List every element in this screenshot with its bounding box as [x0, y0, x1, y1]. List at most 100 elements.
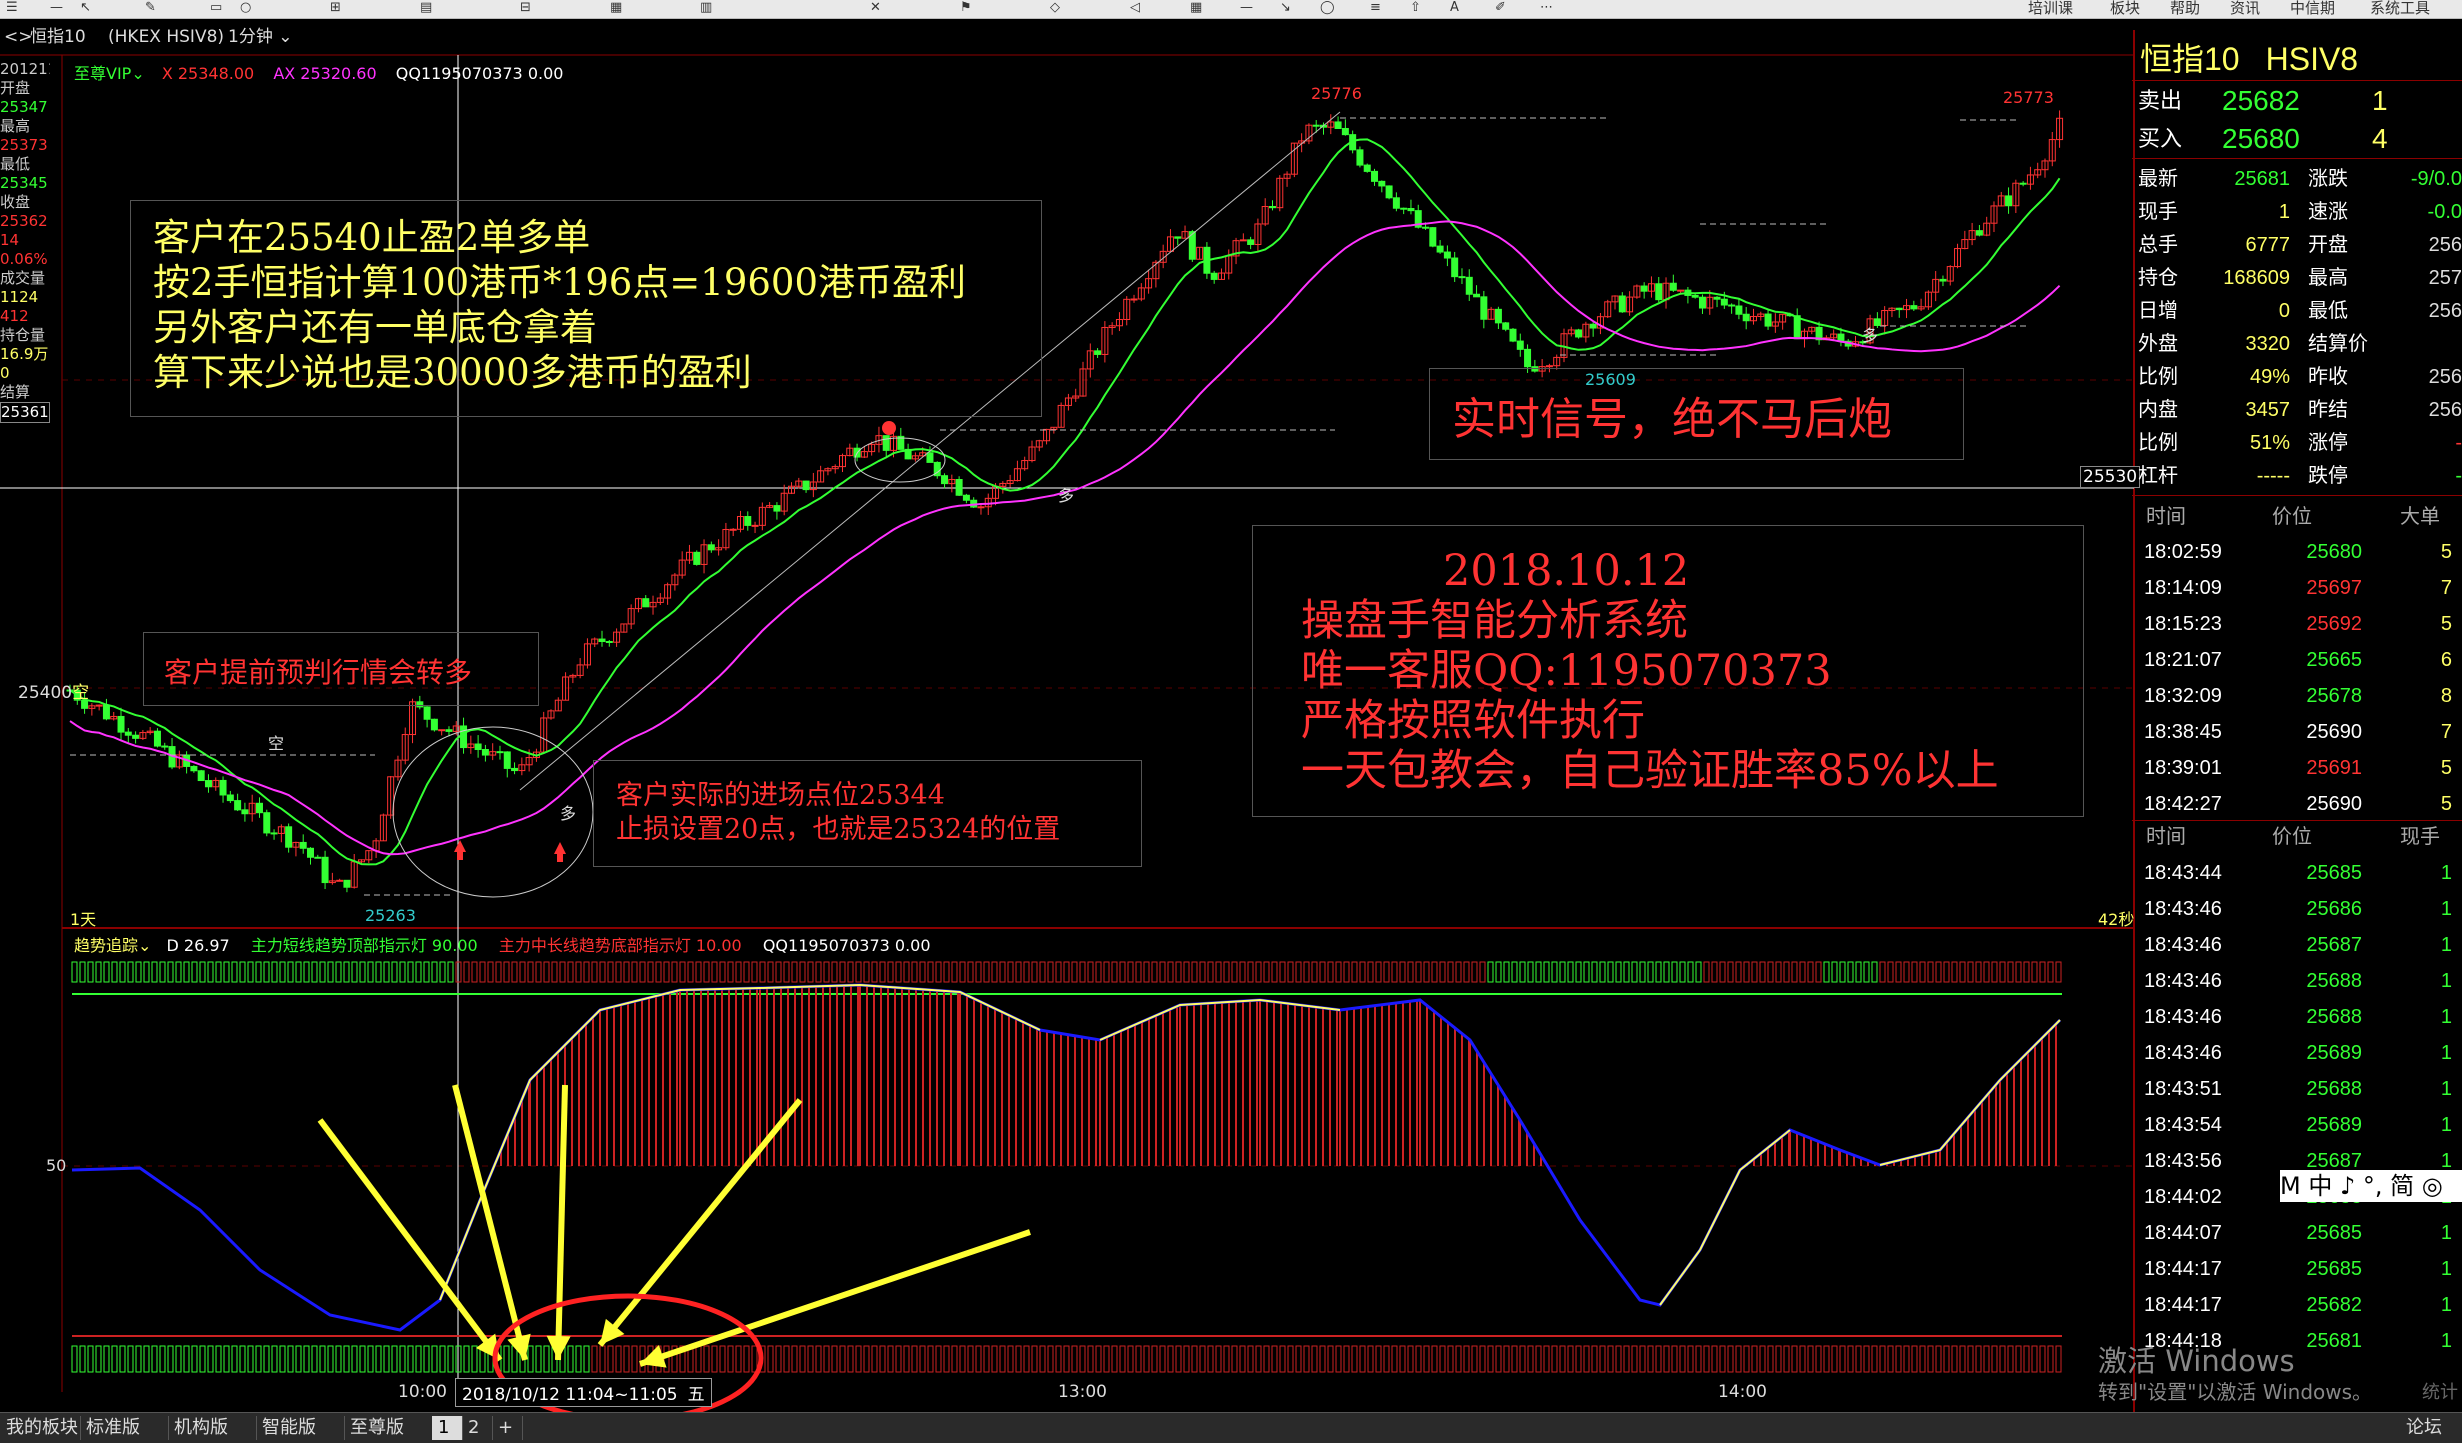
signal-light-top	[583, 961, 590, 983]
signal-light-bottom	[2007, 1345, 2014, 1373]
signal-light-bottom	[1719, 1345, 1726, 1373]
candle-body	[1618, 295, 1626, 313]
signal-light-bottom	[175, 1345, 182, 1373]
signal-light-bottom	[335, 1345, 342, 1373]
stat-label-2: 最低	[2308, 300, 2348, 322]
signal-light-top	[1551, 961, 1558, 983]
signal-light-top	[207, 961, 214, 983]
signal-light-bottom	[943, 1345, 950, 1373]
tick-time: 18:44:17	[2144, 1294, 2222, 1316]
signal-light-bottom	[143, 1345, 150, 1373]
signal-light-bottom	[1463, 1345, 1470, 1373]
signal-light-top	[639, 961, 646, 983]
signal-light-bottom	[255, 1345, 262, 1373]
signal-light-bottom	[1423, 1345, 1430, 1373]
status-tab[interactable]: 2	[462, 1416, 493, 1440]
signal-light-top	[335, 961, 342, 983]
signal-light-bottom	[1151, 1345, 1158, 1373]
signal-light-bottom	[879, 1345, 886, 1373]
signal-light-top	[1415, 961, 1422, 983]
stat-label: 现手	[2138, 201, 2178, 223]
signal-light-top	[159, 961, 166, 983]
signal-light-top	[1279, 961, 1286, 983]
candle-body	[197, 770, 205, 782]
trade-time: 18:15:23	[2144, 613, 2222, 635]
signal-light-top	[1607, 961, 1614, 983]
duo-label-1: 多	[560, 804, 577, 823]
signal-light-bottom	[1495, 1345, 1502, 1373]
stat-row: 持仓 168609 最高 257	[2132, 262, 2462, 295]
toolbar-item-tools[interactable]: 系统工具	[2370, 0, 2430, 16]
stat-row: 日增 0 最低 256	[2132, 295, 2462, 328]
profit-line-2: 按2手恒指计算100港币*196点=19600港币盈利	[153, 261, 966, 304]
signal-light-bottom	[927, 1345, 934, 1373]
status-tab[interactable]: 至尊版	[344, 1416, 433, 1440]
signal-light-bottom	[1751, 1345, 1758, 1373]
candle-body	[598, 638, 606, 643]
status-tab[interactable]: 1	[432, 1416, 463, 1440]
signal-light-top	[1151, 961, 1158, 983]
toolbar-item-news[interactable]: 资讯	[2230, 0, 2260, 16]
signal-light-top	[119, 961, 126, 983]
signal-light-bottom	[503, 1345, 510, 1373]
signal-light-bottom	[735, 1345, 742, 1373]
trades-col-time: 时间	[2146, 506, 2186, 528]
signal-light-bottom	[567, 1345, 574, 1373]
signal-light-bottom	[1287, 1345, 1294, 1373]
signal-light-top	[895, 961, 902, 983]
candle-body	[1451, 257, 1459, 278]
toolbar-item-citic[interactable]: 中信期	[2290, 0, 2335, 16]
signal-light-top	[1007, 961, 1014, 983]
signal-light-bottom	[1311, 1345, 1318, 1373]
kong-label: 空	[268, 734, 285, 753]
signal-light-bottom	[1831, 1345, 1838, 1373]
signal-light-top	[1311, 961, 1318, 983]
signal-light-top	[1215, 961, 1222, 983]
candle-body	[1356, 149, 1364, 166]
signal-light-bottom	[1263, 1345, 1270, 1373]
stat-label[interactable]: 统计	[2422, 1378, 2458, 1404]
signal-light-bottom	[1615, 1345, 1622, 1373]
signal-light-bottom	[1055, 1345, 1062, 1373]
signal-light-top	[1919, 961, 1926, 983]
status-tab[interactable]: +	[492, 1416, 523, 1440]
candle-body	[2005, 195, 2013, 207]
signal-light-bottom	[1391, 1345, 1398, 1373]
candle-body	[285, 826, 293, 848]
candle-body	[962, 494, 970, 501]
signal-light-top	[1871, 961, 1878, 983]
status-tab[interactable]: 标准版	[80, 1416, 169, 1440]
ime-toolbar[interactable]: M 中 ♪ °, 简 ◎	[2280, 1170, 2462, 1202]
forum-link[interactable]: 论坛	[2400, 1416, 2448, 1440]
stat-label-2: 结算价	[2308, 333, 2368, 355]
candle-body	[124, 731, 132, 736]
tick-price: 25688	[2306, 970, 2362, 992]
tick-time: 18:43:54	[2144, 1114, 2222, 1136]
signal-light-top	[983, 961, 990, 983]
tick-volume: 1	[2440, 1294, 2452, 1316]
status-tab[interactable]: 我的板块	[0, 1416, 81, 1440]
period-label: 1天	[70, 910, 97, 929]
tick-row: 18:43:46 25688 1	[2132, 963, 2462, 999]
signal-light-top	[1303, 961, 1310, 983]
realtime-text: 实时信号，绝不马后炮	[1452, 394, 1892, 445]
signal-light-top	[1791, 961, 1798, 983]
stat-label-2: 速涨	[2308, 201, 2348, 223]
status-tab[interactable]: 智能版	[256, 1416, 345, 1440]
signal-light-bottom	[1839, 1345, 1846, 1373]
signal-light-top	[415, 961, 422, 983]
trade-price: 25697	[2306, 577, 2362, 599]
candle-body	[1575, 329, 1583, 338]
signal-light-bottom	[711, 1345, 718, 1373]
time-axis-label-3: 14:00	[1718, 1382, 1767, 1402]
signal-light-bottom	[2015, 1345, 2022, 1373]
signal-light-bottom	[527, 1345, 534, 1373]
indicator-dropdown[interactable]: 趋势追踪⌄	[74, 936, 151, 955]
signal-light-top	[1359, 961, 1366, 983]
status-tab[interactable]: 机构版	[168, 1416, 257, 1440]
duo-label-3: 多	[1862, 326, 1879, 345]
signal-light-bottom	[1127, 1345, 1134, 1373]
candle-body	[1516, 340, 1524, 350]
stat-label: 杠杆	[2138, 465, 2178, 487]
toolbar-item-help[interactable]: 帮助	[2170, 0, 2200, 16]
